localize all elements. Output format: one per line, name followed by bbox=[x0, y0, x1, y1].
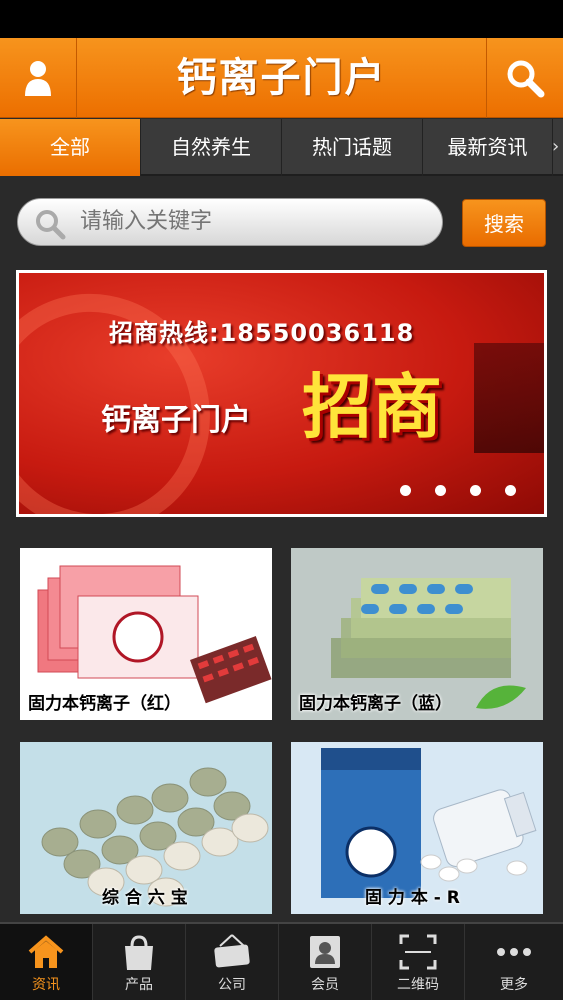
tab-label: 产品 bbox=[125, 977, 153, 993]
tab-label: 二维码 bbox=[397, 977, 439, 993]
product-caption: 固力本钙离子（蓝） bbox=[299, 694, 452, 714]
tabs-right-arrow[interactable]: › bbox=[552, 119, 559, 176]
tab-latest-news[interactable]: 最新资讯 bbox=[423, 119, 553, 176]
product-caption: 固力本钙离子（红） bbox=[28, 694, 181, 714]
bottom-tab-bar: 资讯 产品 公司 会员 二维码 更多 bbox=[0, 922, 563, 1000]
search-button[interactable]: 搜索 bbox=[462, 199, 546, 247]
status-bar bbox=[0, 0, 563, 38]
silk-decoration bbox=[19, 273, 249, 514]
tab-more[interactable]: 更多 bbox=[465, 924, 563, 1000]
house-icon bbox=[28, 935, 64, 968]
more-dots-icon bbox=[497, 948, 531, 956]
magnifier-icon bbox=[36, 210, 66, 240]
product-card[interactable]: 固 力 本 - R bbox=[291, 742, 543, 914]
carousel-dots bbox=[376, 481, 516, 500]
open-sign-icon bbox=[214, 934, 250, 968]
search-icon bbox=[507, 60, 545, 98]
search-toggle-button[interactable] bbox=[486, 38, 563, 118]
banner-headline: 招商 bbox=[302, 366, 442, 448]
tab-label: 资讯 bbox=[32, 977, 60, 993]
qr-scan-icon bbox=[399, 934, 437, 970]
tab-label: 公司 bbox=[218, 977, 246, 993]
banner-hotline: 招商热线:18550036118 bbox=[109, 319, 415, 347]
promo-banner[interactable]: 招商热线:18550036118 钙离子门户 招商 bbox=[16, 270, 547, 517]
tab-products[interactable]: 产品 bbox=[93, 924, 186, 1000]
tab-all[interactable]: 全部 bbox=[0, 119, 141, 176]
product-card[interactable]: 综 合 六 宝 bbox=[20, 742, 272, 914]
product-caption: 固 力 本 - R bbox=[365, 888, 460, 908]
tab-natural-health[interactable]: 自然养生 bbox=[141, 119, 282, 176]
category-tabs: ‹ 全部 自然养生 热门话题 最新资讯 › bbox=[0, 119, 563, 176]
carousel-dot[interactable] bbox=[400, 485, 411, 496]
city-skyline bbox=[474, 343, 544, 453]
carousel-dot[interactable] bbox=[435, 485, 446, 496]
tab-label: 更多 bbox=[500, 977, 528, 993]
user-icon bbox=[25, 61, 51, 96]
shopping-bag-icon bbox=[125, 935, 153, 970]
tab-company[interactable]: 公司 bbox=[186, 924, 279, 1000]
carousel-dot[interactable] bbox=[470, 485, 481, 496]
product-card[interactable]: 固力本钙离子（红） bbox=[20, 548, 272, 720]
carousel-dot[interactable] bbox=[505, 485, 516, 496]
user-button[interactable] bbox=[0, 38, 77, 118]
tab-hot-topics[interactable]: 热门话题 bbox=[282, 119, 423, 176]
page-title: 钙离子门户 bbox=[176, 55, 387, 101]
app-header: 钙离子门户 bbox=[0, 38, 563, 118]
member-card-icon bbox=[310, 936, 340, 968]
tab-member[interactable]: 会员 bbox=[279, 924, 372, 1000]
search-input[interactable] bbox=[80, 199, 420, 245]
search-box bbox=[17, 198, 443, 246]
product-caption: 综 合 六 宝 bbox=[102, 888, 188, 908]
tab-news[interactable]: 资讯 bbox=[0, 924, 93, 1000]
product-card[interactable]: 固力本钙离子（蓝） bbox=[291, 548, 543, 720]
banner-brand: 钙离子门户 bbox=[101, 403, 251, 438]
tab-qr-code[interactable]: 二维码 bbox=[372, 924, 465, 1000]
tab-label: 会员 bbox=[311, 977, 339, 993]
